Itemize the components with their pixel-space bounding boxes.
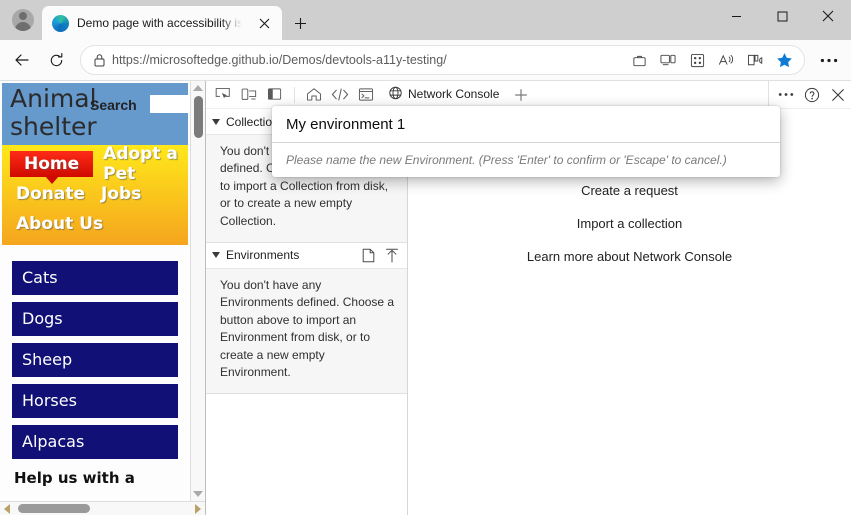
page-horizontal-scrollbar[interactable] [0,501,205,515]
device-emulation-icon[interactable] [236,83,262,107]
read-aloud-icon[interactable] [712,47,740,73]
site-nav: Home Adopt a Pet Donate Jobs About Us [2,142,188,245]
dock-side-icon[interactable] [262,83,288,107]
vertical-scroll-thumb[interactable] [193,96,203,138]
browser-tab[interactable]: Demo page with accessibility issues [42,6,282,40]
url-text: https://microsoftedge.github.io/Demos/de… [112,53,447,67]
address-bar: https://microsoftedge.github.io/Demos/de… [0,40,851,80]
help-question-icon[interactable] [799,83,825,107]
animal-button-alpacas[interactable]: Alpacas [12,425,178,459]
scroll-right-arrow-icon[interactable] [195,503,201,514]
nav-item-home[interactable]: Home [10,151,94,177]
animal-button-dogs[interactable]: Dogs [12,302,178,336]
nav-item-jobs[interactable]: Jobs [95,182,147,206]
create-a-request-link[interactable]: Create a request [581,183,678,198]
tab-close-icon[interactable] [252,11,276,35]
search-input[interactable] [150,95,190,113]
import-a-collection-link[interactable]: Import a collection [577,216,683,231]
nav-item-donate[interactable]: Donate [10,182,91,206]
new-tab-button[interactable] [288,11,312,35]
collections-twisty-icon[interactable] [212,118,220,125]
help-heading: Help us with a [14,469,135,487]
split-screen-icon[interactable] [654,47,682,73]
browser-essentials-icon[interactable] [683,47,711,73]
close-window-button[interactable] [805,0,851,32]
scroll-down-arrow-icon[interactable] [193,491,203,497]
devtools-toolbar: Network Console [206,81,851,109]
content-area: Animal shelter Search Home Adopt a Pet D… [0,80,851,515]
inspect-element-icon[interactable] [210,83,236,107]
omnibox-icons [625,47,798,73]
globe-icon [388,86,403,101]
favorite-star-icon[interactable] [770,47,798,73]
elements-code-icon[interactable] [327,83,353,107]
devtools-toolbar-right [768,81,851,108]
environment-name-hint: Please name the new Environment. (Press … [286,153,727,167]
console-terminal-icon[interactable] [353,83,379,107]
close-devtools-icon[interactable] [825,83,851,107]
profile-button[interactable] [6,3,40,37]
scroll-left-arrow-icon[interactable] [4,503,10,514]
environments-twisty-icon[interactable] [212,252,220,259]
environments-actions [362,248,399,263]
horizontal-scroll-thumb[interactable] [18,504,90,513]
devtools-panel: Network Console Collections You don't de… [206,81,851,515]
welcome-home-icon[interactable] [301,83,327,107]
add-tab-button[interactable] [508,83,534,107]
minimize-button[interactable] [713,0,759,32]
web-page-viewport: Animal shelter Search Home Adopt a Pet D… [0,81,206,515]
lock-icon [93,53,106,67]
environment-name-input[interactable]: My environment 1 [272,106,780,143]
refresh-icon[interactable] [40,44,72,76]
search-label: Search [90,97,137,113]
edge-logo-icon [52,14,69,32]
page-vertical-scrollbar[interactable] [190,81,205,501]
page-content: Animal shelter Search Home Adopt a Pet D… [0,81,190,501]
window-controls [713,0,851,32]
animal-button-horses[interactable]: Horses [12,384,178,418]
immersive-reader-icon[interactable] [741,47,769,73]
scroll-up-arrow-icon[interactable] [193,85,203,91]
nav-item-about-us[interactable]: About Us [10,212,109,236]
maximize-button[interactable] [759,0,805,32]
learn-more-link[interactable]: Learn more about Network Console [527,249,732,264]
animal-button-cats[interactable]: Cats [12,261,178,295]
tab-network-console[interactable]: Network Console [379,82,509,108]
collections-icon[interactable] [625,47,653,73]
environments-panel-header[interactable]: Environments [206,242,407,269]
animal-button-sheep[interactable]: Sheep [12,343,178,377]
environments-title: Environments [226,248,300,263]
tab-strip: Demo page with accessibility issues [0,0,851,40]
settings-more-icon[interactable] [813,44,845,76]
more-tools-icon[interactable] [773,83,799,107]
site-header: Animal shelter Search [2,83,190,145]
import-upload-icon[interactable] [385,248,399,263]
nav-item-adopt-a-pet[interactable]: Adopt a Pet [97,142,188,186]
name-environment-dialog: My environment 1 Please name the new Env… [272,106,780,177]
toolbar-divider [294,86,295,103]
tab-network-console-label: Network Console [408,86,500,101]
browser-window: Demo page with accessibility issues [0,0,851,515]
back-arrow-icon[interactable] [6,44,38,76]
new-file-icon[interactable] [362,248,375,263]
avatar [12,9,34,31]
environments-empty-message: You don't have any Environments defined.… [206,268,407,395]
page-body: Cats Dogs Sheep Horses Alpacas Help us w… [2,245,188,487]
tab-title: Demo page with accessibility issues [77,16,244,30]
url-bar[interactable]: https://microsoftedge.github.io/Demos/de… [80,45,805,75]
